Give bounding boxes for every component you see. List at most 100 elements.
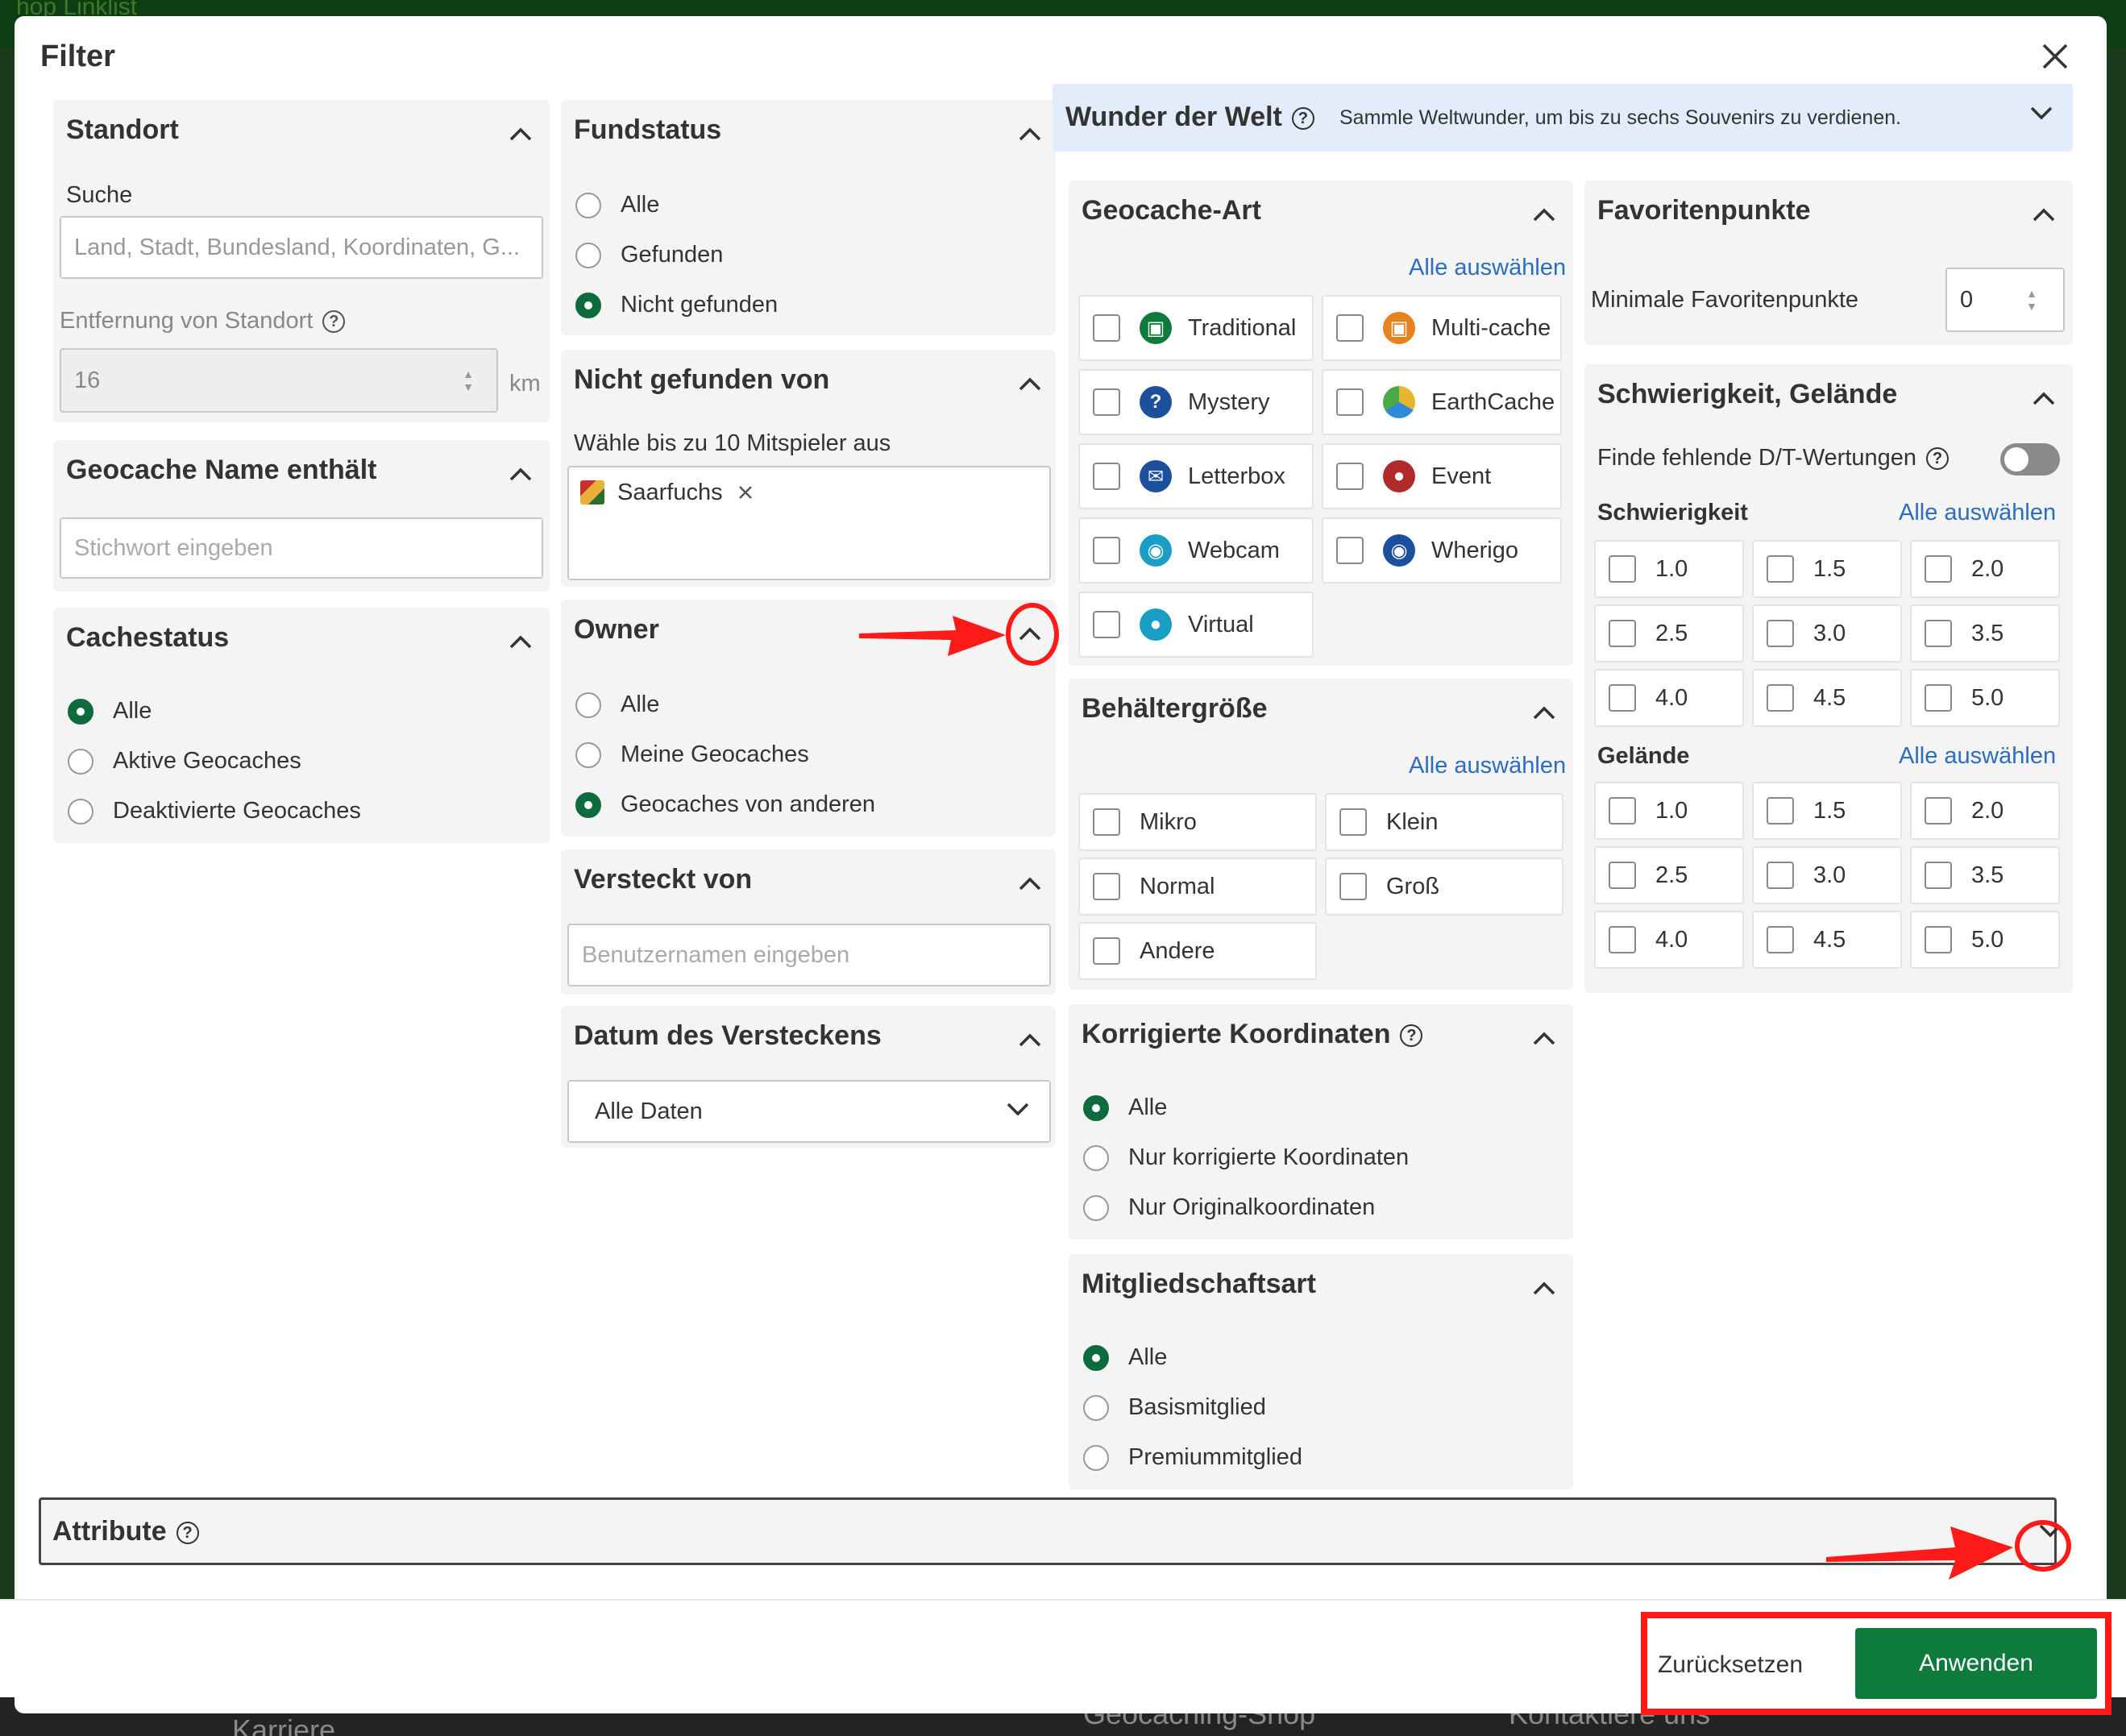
membership-option-basic[interactable]: Basismitglied [1083,1394,1266,1421]
terrain-5-0[interactable]: 5.0 [1910,911,2060,969]
chip-remove-button[interactable] [737,484,754,500]
checkbox[interactable] [1093,611,1120,638]
size-collapse-button[interactable] [1528,696,1560,729]
size-small[interactable]: Klein [1325,793,1563,851]
standort-collapse-button[interactable] [505,118,537,150]
difficulty-1-5[interactable]: 1.5 [1752,540,1902,598]
attribute-panel[interactable]: Attribute? [39,1497,2062,1565]
help-icon[interactable]: ? [1926,447,1950,471]
owner-option-all[interactable]: Alle [575,691,659,718]
checkbox[interactable] [1925,926,1952,953]
checkbox[interactable] [1336,463,1364,490]
radio-button[interactable] [1083,1394,1109,1421]
checkbox[interactable] [1609,555,1636,583]
checkbox[interactable] [1925,684,1952,712]
checkbox[interactable] [1609,926,1636,953]
cachetype-earthcache[interactable]: EarthCache [1322,369,1562,435]
checkbox[interactable] [1925,555,1952,583]
wonder-banner[interactable]: Wunder der Welt? Sammle Weltwunder, um b… [1053,84,2073,152]
checkbox[interactable] [1925,797,1952,824]
size-micro[interactable]: Mikro [1078,793,1317,851]
radio-button[interactable] [68,748,93,775]
wonder-expand-button[interactable] [2029,105,2053,125]
checkbox[interactable] [1336,388,1364,416]
difficulty-5-0[interactable]: 5.0 [1910,669,2060,727]
checkbox[interactable] [1093,808,1120,836]
cachetype-letterbox[interactable]: ✉ Letterbox [1078,443,1314,509]
help-icon[interactable]: ? [176,1522,199,1545]
owner-option-others[interactable]: Geocaches von anderen [575,791,875,818]
cachetype-select-all-link[interactable]: Alle auswählen [1409,255,1566,281]
membership-option-premium[interactable]: Premiummitglied [1083,1444,1302,1471]
fundstatus-collapse-button[interactable] [1014,118,1046,150]
radio-button[interactable] [1083,1194,1109,1221]
radio-button[interactable] [1083,1144,1109,1171]
cachetype-wherigo[interactable]: ◉ Wherigo [1322,517,1562,584]
distance-input[interactable]: 16 [60,348,498,413]
difficulty-3-0[interactable]: 3.0 [1752,604,1902,662]
radio-button[interactable] [575,791,601,818]
dt-collapse-button[interactable] [2028,382,2060,414]
checkbox[interactable] [1767,862,1794,889]
size-other[interactable]: Andere [1078,922,1317,980]
terrain-3-5[interactable]: 3.5 [1910,846,2060,904]
checkbox[interactable] [1093,314,1120,342]
checkbox[interactable] [1767,684,1794,712]
checkbox[interactable] [1336,314,1364,342]
checkbox[interactable] [1093,537,1120,564]
favorites-input[interactable]: 0 [1945,268,2065,332]
cachetype-webcam[interactable]: ◉ Webcam [1078,517,1314,584]
hidden-by-input[interactable]: Benutzernamen eingeben [567,924,1051,986]
corrected-option-original[interactable]: Nur Originalkoordinaten [1083,1194,1375,1221]
difficulty-1-0[interactable]: 1.0 [1594,540,1744,598]
checkbox[interactable] [1093,463,1120,490]
corrected-collapse-button[interactable] [1528,1022,1560,1054]
cachetype-traditional[interactable]: ▣ Traditional [1078,295,1314,361]
help-icon[interactable]: ? [322,310,346,334]
distance-stepper[interactable]: ▲ ▼ [458,364,479,397]
checkbox[interactable] [1093,937,1120,965]
checkbox[interactable] [1339,873,1367,900]
radio-button[interactable] [68,798,93,824]
checkbox[interactable] [1336,537,1364,564]
radio-button[interactable] [575,292,601,318]
difficulty-4-0[interactable]: 4.0 [1594,669,1744,727]
radio-button[interactable] [1083,1344,1109,1371]
radio-button[interactable] [575,242,601,268]
checkbox[interactable] [1767,797,1794,824]
radio-button[interactable] [575,192,601,218]
radio-button[interactable] [1083,1094,1109,1121]
checkbox[interactable] [1767,620,1794,647]
difficulty-2-0[interactable]: 2.0 [1910,540,2060,598]
not-found-by-collapse-button[interactable] [1014,368,1046,400]
owner-option-mine[interactable]: Meine Geocaches [575,741,809,768]
cachetype-virtual[interactable]: ● Virtual [1078,592,1314,658]
membership-option-all[interactable]: Alle [1083,1344,1167,1371]
cachetype-mystery[interactable]: ? Mystery [1078,369,1314,435]
cachestatus-collapse-button[interactable] [505,625,537,658]
checkbox[interactable] [1925,620,1952,647]
cachestatus-option-disabled[interactable]: Deaktivierte Geocaches [68,798,361,824]
cachetype-collapse-button[interactable] [1528,198,1560,230]
terrain-4-0[interactable]: 4.0 [1594,911,1744,969]
terrain-2-0[interactable]: 2.0 [1910,782,2060,840]
terrain-2-5[interactable]: 2.5 [1594,846,1744,904]
difficulty-4-5[interactable]: 4.5 [1752,669,1902,727]
close-button[interactable] [2033,34,2078,79]
name-collapse-button[interactable] [505,458,537,490]
radio-button[interactable] [575,691,601,718]
checkbox[interactable] [1767,555,1794,583]
hidden-date-collapse-button[interactable] [1014,1024,1046,1056]
hidden-by-collapse-button[interactable] [1014,867,1046,899]
terrain-3-0[interactable]: 3.0 [1752,846,1902,904]
corrected-option-all[interactable]: Alle [1083,1094,1167,1121]
help-icon[interactable]: ? [1291,107,1314,131]
terrain-4-5[interactable]: 4.5 [1752,911,1902,969]
size-large[interactable]: Groß [1325,858,1563,916]
size-select-all-link[interactable]: Alle auswählen [1409,753,1566,779]
checkbox[interactable] [1925,862,1952,889]
checkbox[interactable] [1093,873,1120,900]
difficulty-select-all-link[interactable]: Alle auswählen [1899,500,2056,526]
checkbox[interactable] [1767,926,1794,953]
radio-button[interactable] [575,741,601,768]
